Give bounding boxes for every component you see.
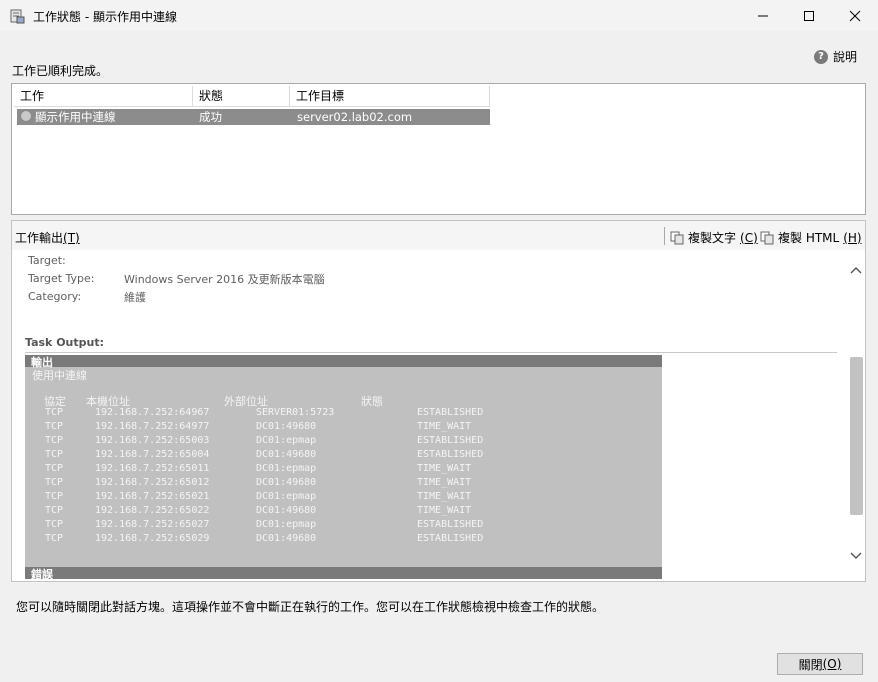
console-remote-address: DC01:epmap <box>256 435 317 446</box>
task-grid: 工作 狀態 工作目標 顯示作用中連線 成功 server02.lab02.com <box>11 83 866 215</box>
console-protocol: TCP <box>45 449 64 460</box>
console-remote-address: DC01:49680 <box>256 421 317 432</box>
error-section-label: 錯誤 <box>31 568 53 579</box>
meta-target-type-value: Windows Server 2016 及更新版本電腦 <box>124 273 325 286</box>
console-state: ESTABLISHED <box>417 449 484 460</box>
close-window-button[interactable] <box>832 0 878 31</box>
console-row: TCP 192.168.7.252:64967 SERVER01:5723 ESTAB… <box>25 407 662 421</box>
console-local-address: 192.168.7.252:65022 <box>95 505 210 516</box>
console-state: ESTABLISHED <box>417 407 484 418</box>
console-local-address: 192.168.7.252:64977 <box>95 421 210 432</box>
console-remote-address: DC01:epmap <box>256 463 317 474</box>
console-remote-address: DC01:49680 <box>256 505 317 516</box>
copy-icon <box>760 231 774 244</box>
console-protocol: TCP <box>45 533 64 544</box>
console-row: TCP 192.168.7.252:65029 DC01:49680 ESTABLIS… <box>25 533 662 547</box>
console-remote-address: DC01:epmap <box>256 491 317 502</box>
output-label: 工作輸出(T) <box>15 231 80 245</box>
column-header-status[interactable]: 狀態 <box>193 86 290 107</box>
console-state: TIME_WAIT <box>417 505 472 516</box>
console-subtitle: 使用中連線 <box>32 369 87 382</box>
status-message: 工作已順利完成。 <box>12 64 109 78</box>
console-state: TIME_WAIT <box>417 463 472 474</box>
minimize-button[interactable] <box>740 0 786 31</box>
meta-category-key: Category: <box>28 290 82 303</box>
task-output-divider <box>25 352 837 353</box>
console-remote-address: DC01:epmap <box>256 519 317 530</box>
console-row: TCP 192.168.7.252:65021 DC01:epmap TIME_WAI… <box>25 491 662 505</box>
console-state: TIME_WAIT <box>417 491 472 502</box>
console-local-address: 192.168.7.252:65027 <box>95 519 210 530</box>
console-local-address: 192.168.7.252:65029 <box>95 533 210 544</box>
console-protocol: TCP <box>45 477 64 488</box>
meta-target-key: Target: <box>28 254 66 267</box>
footer-note: 您可以隨時關閉此對話方塊。這項操作並不會中斷正在執行的工作。您可以在工作狀態檢視… <box>16 600 605 614</box>
task-output-label: Task Output: <box>25 336 105 349</box>
column-header-task[interactable]: 工作 <box>14 86 193 107</box>
console-state: ESTABLISHED <box>417 533 484 544</box>
console-local-address: 192.168.7.252:65012 <box>95 477 210 488</box>
console-row: TCP 192.168.7.252:65011 DC01:epmap TIME_WAI… <box>25 463 662 477</box>
maximize-icon <box>804 10 814 21</box>
console-row: TCP 192.168.7.252:64977 DC01:49680 TIME_WAI… <box>25 421 662 435</box>
console-state: ESTABLISHED <box>417 519 484 530</box>
output-scrollbar[interactable] <box>849 261 863 571</box>
console-row: TCP 192.168.7.252:65012 DC01:49680 TIME_WAI… <box>25 477 662 491</box>
console-protocol: TCP <box>45 505 64 516</box>
console-remote-address: DC01:49680 <box>256 533 317 544</box>
console-remote-address: DC01:49680 <box>256 477 317 488</box>
window-title: 工作狀態 - 顯示作用中連線 <box>33 10 177 24</box>
column-header-target[interactable]: 工作目標 <box>290 86 490 107</box>
output-header: 工作輸出(T) 複製文字 (C) 複製 HTML (H) <box>12 221 865 250</box>
close-icon <box>849 10 861 21</box>
copy-text-button[interactable]: 複製文字 (C) <box>670 229 758 246</box>
minimize-icon <box>758 15 768 16</box>
success-check-icon <box>20 110 32 122</box>
console-row: TCP 192.168.7.252:65003 DC01:epmap ESTABLIS… <box>25 435 662 449</box>
console-protocol: TCP <box>45 435 64 446</box>
console-protocol: TCP <box>45 463 64 474</box>
console-protocol: TCP <box>45 421 64 432</box>
output-section-bar: 輸出 <box>25 355 662 369</box>
header-divider <box>14 106 490 107</box>
task-output-panel: 工作輸出(T) 複製文字 (C) 複製 HTML (H) Target: Targe… <box>11 220 866 582</box>
console-remote-address: DC01:49680 <box>256 449 317 460</box>
copy-html-button[interactable]: 複製 HTML (H) <box>760 229 862 246</box>
console-protocol: TCP <box>45 519 64 530</box>
toolbar-divider <box>664 227 665 245</box>
maximize-button[interactable] <box>786 0 832 31</box>
app-icon <box>9 8 25 24</box>
title-bar: 工作狀態 - 顯示作用中連線 <box>0 0 878 31</box>
console-remote-address: SERVER01:5723 <box>256 407 335 418</box>
console-output: 輸出 使用中連線 協定 本機位址 外部位址 狀態 TCP 192.168.7.25… <box>25 355 662 579</box>
error-section-bar: 錯誤 <box>25 567 662 579</box>
console-state: TIME_WAIT <box>417 477 472 488</box>
console-protocol: TCP <box>45 491 64 502</box>
scroll-up-icon[interactable] <box>850 265 862 275</box>
console-state: ESTABLISHED <box>417 435 484 446</box>
console-row: TCP 192.168.7.252:65027 DC01:epmap ESTABLIS… <box>25 519 662 533</box>
console-local-address: 192.168.7.252:65003 <box>95 435 210 446</box>
close-button[interactable]: 關閉 (O) <box>777 653 863 675</box>
console-row: TCP 192.168.7.252:65022 DC01:49680 TIME_WAI… <box>25 505 662 519</box>
meta-target-type-key: Target Type: <box>28 272 95 285</box>
task-target-cell: server02.lab02.com <box>297 110 413 124</box>
copy-icon <box>670 231 684 244</box>
scroll-down-icon[interactable] <box>850 551 862 561</box>
help-label: 說明 <box>833 50 858 64</box>
help-icon: ? <box>814 49 828 64</box>
meta-category-value: 維護 <box>124 291 146 304</box>
scroll-thumb[interactable] <box>850 357 863 515</box>
console-protocol: TCP <box>45 407 64 418</box>
table-row[interactable]: 顯示作用中連線 成功 server02.lab02.com <box>17 109 490 125</box>
console-row: TCP 192.168.7.252:65004 DC01:49680 ESTABLIS… <box>25 449 662 463</box>
console-state: TIME_WAIT <box>417 421 472 432</box>
console-local-address: 192.168.7.252:65011 <box>95 463 210 474</box>
task-status-cell: 成功 <box>199 110 222 124</box>
help-link[interactable]: ? 說明 <box>814 48 857 65</box>
task-name-cell: 顯示作用中連線 <box>35 110 116 124</box>
console-local-address: 192.168.7.252:64967 <box>95 407 210 418</box>
console-local-address: 192.168.7.252:65021 <box>95 491 210 502</box>
console-local-address: 192.168.7.252:65004 <box>95 449 210 460</box>
